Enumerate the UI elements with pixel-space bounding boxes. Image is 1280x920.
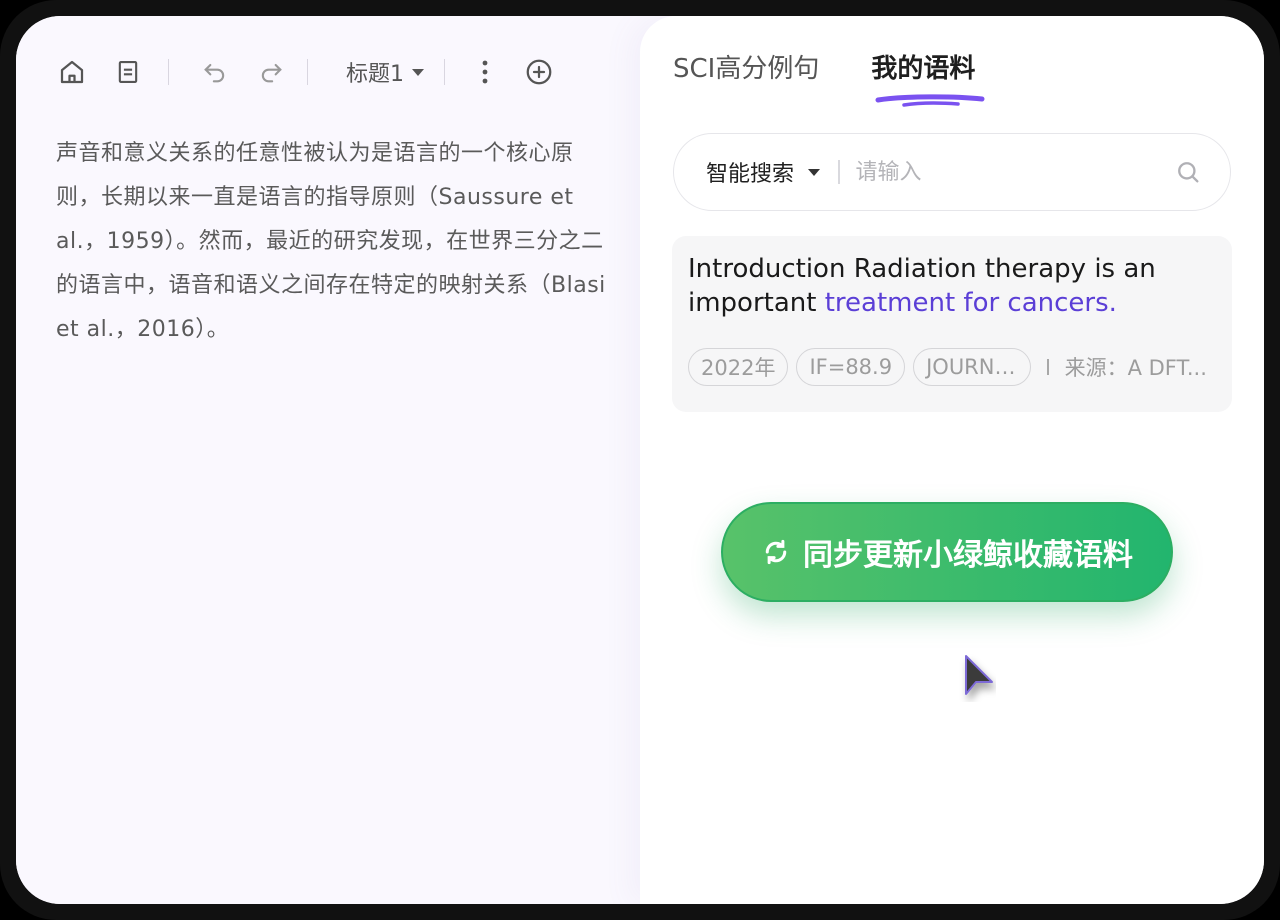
caret-down-icon	[808, 168, 821, 176]
tab-sci-sentences[interactable]: SCI高分例句	[673, 48, 819, 85]
corpus-panel: SCI高分例句 我的语料 智能搜索 Introduction Radia	[640, 16, 1264, 904]
undo-icon[interactable]	[197, 54, 233, 90]
add-circle-icon[interactable]	[521, 54, 557, 90]
device-frame: 标题1 声音和意义关系的任意性被认为是语言的一个核心原则，长期以来一直是语言的指…	[0, 0, 1280, 920]
caret-down-icon	[412, 68, 424, 76]
editor-toolbar: 标题1	[54, 52, 614, 92]
corpus-sentence: Introduction Radiation therapy is an imp…	[688, 252, 1216, 320]
sentence-highlight: treatment for cancers.	[824, 288, 1117, 318]
toolbar-divider	[168, 59, 169, 85]
search-icon[interactable]	[1174, 158, 1202, 186]
app-screen: 标题1 声音和意义关系的任意性被认为是语言的一个核心原则，长期以来一直是语言的指…	[16, 16, 1264, 904]
search-mode-dropdown[interactable]: 智能搜索	[706, 156, 821, 188]
source-label: 来源：A DFT...	[1064, 356, 1207, 380]
home-icon[interactable]	[54, 54, 90, 90]
search-input[interactable]	[855, 159, 1174, 185]
journal-chip: JOURNAL	[913, 348, 1032, 386]
tab-my-corpus[interactable]: 我的语料	[871, 48, 975, 85]
active-tab-underline	[875, 94, 985, 107]
heading-style-label: 标题1	[346, 62, 404, 87]
more-vertical-icon[interactable]	[467, 54, 503, 90]
impact-factor-chip: IF=88.9	[796, 348, 906, 386]
sync-corpus-button[interactable]: 同步更新小绿鲸收藏语料	[721, 502, 1173, 602]
refresh-icon	[765, 539, 787, 565]
year-chip: 2022年	[688, 348, 789, 386]
editor-paragraph[interactable]: 声音和意义关系的任意性被认为是语言的一个核心原则，长期以来一直是语言的指导原则（…	[56, 132, 608, 352]
document-icon[interactable]	[110, 54, 146, 90]
search-divider	[838, 160, 840, 184]
panel-tabs: SCI高分例句 我的语料	[673, 48, 975, 85]
search-bar: 智能搜索	[673, 133, 1231, 211]
meta-divider	[1047, 359, 1049, 375]
card-meta: 2022年 IF=88.9 JOURNAL 来源：A DFT...	[688, 348, 1222, 386]
sync-button-label: 同步更新小绿鲸收藏语料	[803, 538, 1133, 573]
toolbar-divider	[444, 59, 445, 85]
toolbar-divider	[307, 59, 308, 85]
corpus-card[interactable]: Introduction Radiation therapy is an imp…	[672, 236, 1232, 412]
mouse-pointer-icon	[965, 655, 993, 695]
search-mode-label: 智能搜索	[706, 162, 795, 187]
heading-style-dropdown[interactable]: 标题1	[330, 56, 440, 88]
redo-icon[interactable]	[253, 54, 289, 90]
editor-pane: 标题1 声音和意义关系的任意性被认为是语言的一个核心原则，长期以来一直是语言的指…	[16, 16, 656, 904]
